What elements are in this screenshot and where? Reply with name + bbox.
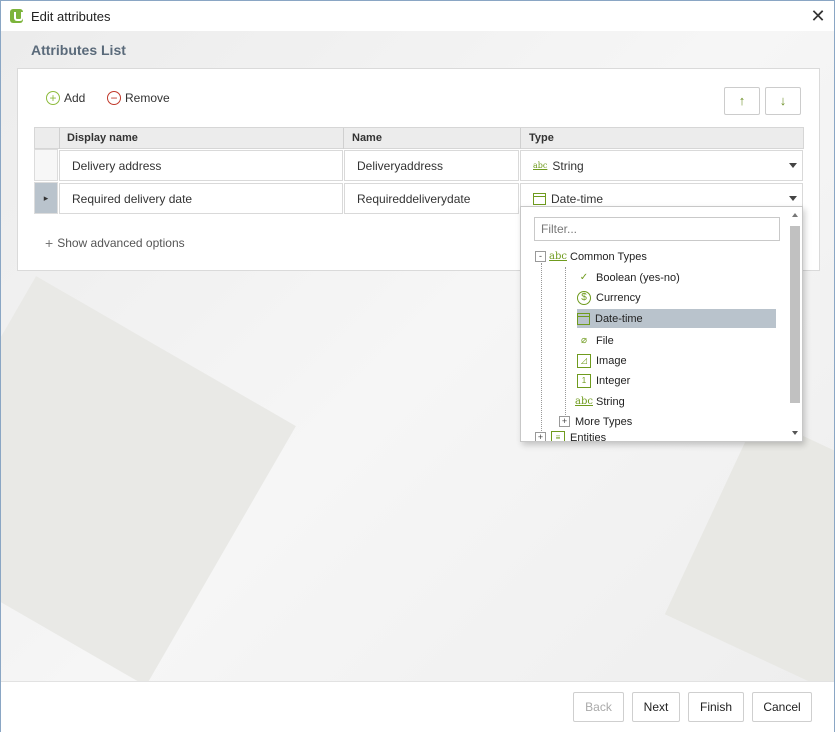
plus-icon: + bbox=[45, 235, 54, 251]
collapse-icon[interactable]: - bbox=[535, 251, 546, 262]
column-separator bbox=[59, 128, 60, 149]
tree-item-label: Integer bbox=[596, 374, 631, 387]
calendar-icon bbox=[577, 312, 590, 325]
type-dropdown-popup: - abc Common Types ✓ Boolean (yes-no) $ … bbox=[520, 206, 803, 442]
type-select[interactable]: abc String bbox=[520, 150, 803, 181]
scroll-up-icon[interactable] bbox=[792, 213, 798, 217]
dollar-icon: $ bbox=[577, 290, 591, 305]
grid-header: Display name Name Type bbox=[34, 127, 804, 149]
tree-item-file[interactable]: ⌀ File bbox=[577, 331, 614, 350]
tree-item-label: Boolean (yes-no) bbox=[596, 271, 680, 284]
background-shape bbox=[664, 414, 834, 681]
add-button-label: Add bbox=[64, 91, 86, 105]
tree-group-common-types[interactable]: - abc Common Types bbox=[535, 247, 647, 266]
name-cell[interactable]: Deliveryaddress bbox=[344, 150, 519, 181]
expand-icon[interactable]: + bbox=[535, 432, 546, 441]
tree-item-label: File bbox=[596, 334, 614, 347]
column-header-display-name[interactable]: Display name bbox=[67, 132, 138, 144]
paperclip-icon: ⌀ bbox=[580, 335, 588, 346]
tree-item-integer[interactable]: 1 Integer bbox=[577, 371, 630, 390]
tree-item-string[interactable]: abc String bbox=[575, 392, 625, 411]
type-value: String bbox=[552, 158, 584, 173]
advanced-options-label: Show advanced options bbox=[57, 236, 185, 250]
row-indicator[interactable] bbox=[34, 149, 58, 181]
tree-item-date-time[interactable]: Date-time bbox=[577, 309, 776, 328]
column-separator bbox=[520, 128, 521, 149]
scroll-down-icon[interactable] bbox=[792, 431, 798, 435]
name-cell[interactable]: Requireddeliverydate bbox=[344, 183, 519, 214]
tree-group-entities[interactable]: + ≡ Entities bbox=[535, 428, 606, 441]
page-title: Attributes List bbox=[31, 42, 126, 58]
cancel-button[interactable]: Cancel bbox=[752, 692, 812, 722]
background-shape bbox=[1, 276, 296, 681]
abc-icon: abc bbox=[549, 251, 567, 262]
chevron-down-icon[interactable] bbox=[789, 163, 797, 168]
tree-item-currency[interactable]: $ Currency bbox=[577, 288, 641, 307]
abc-icon: abc bbox=[533, 161, 548, 170]
tree-connector bbox=[541, 263, 542, 441]
close-button[interactable]: ✕ bbox=[809, 7, 827, 25]
tree-item-label: Date-time bbox=[595, 312, 643, 325]
move-up-button[interactable]: ↑ bbox=[724, 87, 760, 115]
image-icon: ◿ bbox=[577, 353, 591, 368]
tree-group-label: Entities bbox=[570, 431, 607, 442]
column-header-type[interactable]: Type bbox=[529, 132, 554, 144]
next-button[interactable]: Next bbox=[632, 692, 680, 722]
tree-group-label: Common Types bbox=[570, 250, 647, 263]
dialog-window: Edit attributes ✕ Attributes List + Add … bbox=[0, 0, 835, 732]
table-row[interactable]: Delivery address Deliveryaddress abc Str… bbox=[34, 149, 804, 182]
chevron-down-icon[interactable] bbox=[789, 196, 797, 201]
column-header-name[interactable]: Name bbox=[352, 132, 382, 144]
finish-button[interactable]: Finish bbox=[688, 692, 744, 722]
abc-icon: abc bbox=[575, 396, 593, 407]
display-name-cell[interactable]: Required delivery date bbox=[59, 183, 343, 214]
checkmark-icon: ✓ bbox=[579, 272, 589, 283]
remove-circle-icon: − bbox=[107, 91, 121, 105]
tree-connector bbox=[565, 267, 566, 417]
show-advanced-options-link[interactable]: + Show advanced options bbox=[45, 235, 185, 251]
add-button[interactable]: + Add bbox=[46, 91, 85, 105]
move-down-button[interactable]: ↓ bbox=[765, 87, 801, 115]
entity-icon: ≡ bbox=[551, 430, 565, 441]
app-logo-icon bbox=[10, 9, 23, 23]
tree-item-label: String bbox=[596, 395, 625, 408]
type-tree: - abc Common Types ✓ Boolean (yes-no) $ … bbox=[521, 207, 786, 441]
add-circle-icon: + bbox=[46, 91, 60, 105]
type-value: Date-time bbox=[551, 191, 604, 206]
attributes-grid: Display name Name Type Delivery address … bbox=[34, 127, 804, 215]
remove-button-label: Remove bbox=[125, 91, 170, 105]
tree-item-label: Image bbox=[596, 354, 627, 367]
expand-icon[interactable]: + bbox=[559, 416, 570, 427]
tree-group-label: More Types bbox=[575, 415, 633, 428]
tree-item-image[interactable]: ◿ Image bbox=[577, 351, 627, 370]
back-button[interactable]: Back bbox=[573, 692, 624, 722]
tree-item-label: Currency bbox=[596, 291, 641, 304]
column-separator bbox=[343, 128, 344, 149]
remove-button[interactable]: − Remove bbox=[107, 91, 170, 105]
integer-icon: 1 bbox=[577, 373, 591, 388]
display-name-cell[interactable]: Delivery address bbox=[59, 150, 343, 181]
calendar-icon bbox=[533, 192, 546, 205]
dropdown-scrollbar[interactable] bbox=[788, 211, 802, 439]
tree-item-boolean[interactable]: ✓ Boolean (yes-no) bbox=[577, 268, 686, 287]
wizard-footer: Back Next Finish Cancel bbox=[1, 681, 834, 732]
window-title: Edit attributes bbox=[31, 9, 111, 24]
title-bar: Edit attributes ✕ bbox=[1, 1, 834, 31]
row-indicator[interactable]: ▸ bbox=[34, 182, 58, 214]
scrollbar-thumb[interactable] bbox=[790, 226, 800, 403]
